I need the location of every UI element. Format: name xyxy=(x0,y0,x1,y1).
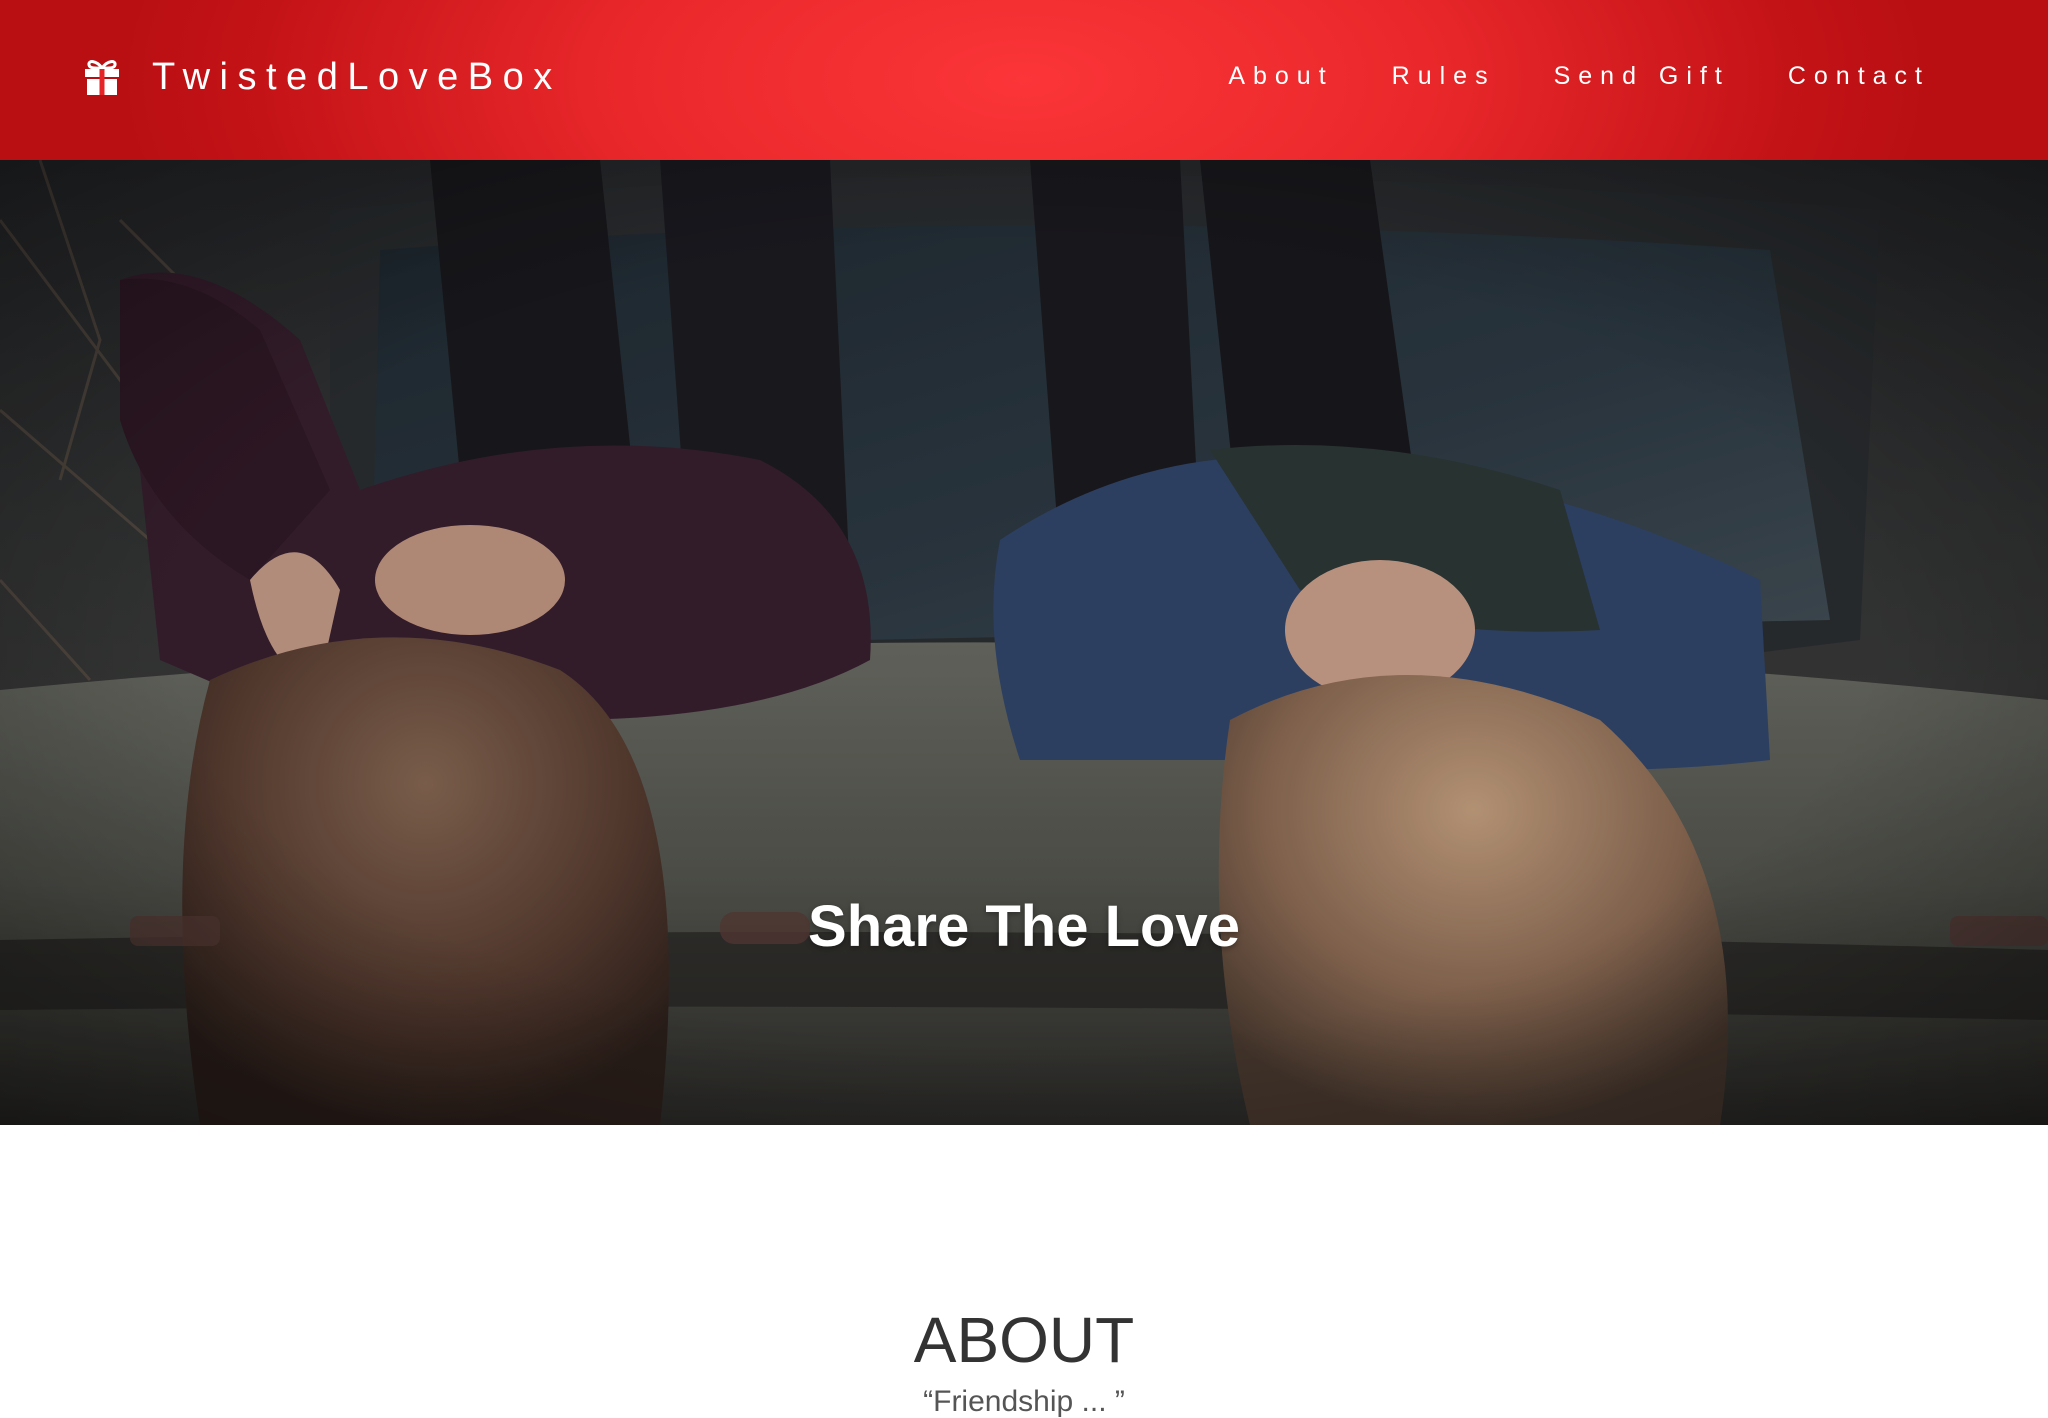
about-section: ABOUT “Friendship ... ” xyxy=(0,1125,2048,1417)
hero-title: Share The Love xyxy=(808,894,1240,959)
brand-link[interactable]: TwistedLoveBox xyxy=(84,58,562,96)
brand-name: TwistedLoveBox xyxy=(152,56,562,98)
hero-banner: Share The Love xyxy=(0,160,2048,1125)
hero-photo xyxy=(0,160,2048,1125)
nav-link-send-gift[interactable]: Send Gift xyxy=(1554,64,1730,89)
nav-link-contact[interactable]: Contact xyxy=(1788,64,1930,89)
nav-link-rules[interactable]: Rules xyxy=(1392,64,1496,89)
about-quote: “Friendship ... ” xyxy=(923,1385,1125,1418)
gift-icon xyxy=(85,60,119,95)
nav-link-about[interactable]: About xyxy=(1228,64,1333,89)
top-navbar: TwistedLoveBox About Rules Send Gift Con… xyxy=(0,0,2048,160)
about-heading: ABOUT xyxy=(913,1304,1135,1376)
nav-menu: About Rules Send Gift Contact xyxy=(1170,64,1930,89)
